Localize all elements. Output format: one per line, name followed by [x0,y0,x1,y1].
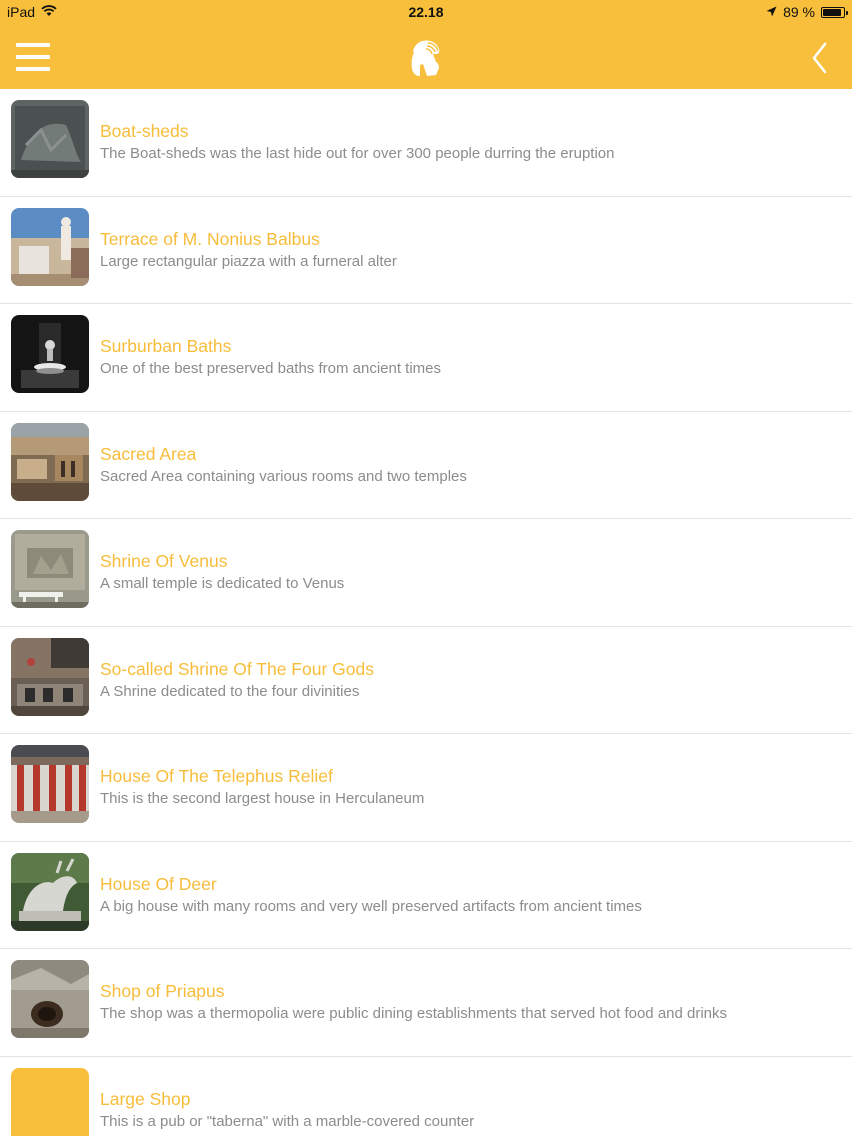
priapus-thumbnail [11,960,89,1038]
baths-thumbnail [11,315,89,393]
item-description: A small temple is dedicated to Venus [100,575,345,592]
battery-icon [821,6,848,18]
sacred-area-thumbnail [11,422,89,501]
item-description: Sacred Area containing various rooms and… [100,467,467,485]
list-item[interactable]: Surburban Baths One of the best preserve… [0,304,852,412]
item-description: The shop was a thermopolia were public d… [100,1005,728,1022]
list-item[interactable]: House Of The Telephus Relief This is the… [0,734,852,842]
item-title: Terrace of M. Nonius Balbus [100,228,320,249]
telephus-thumbnail [11,745,89,823]
status-bar: iPad 22.18 89 % [0,0,852,24]
item-title: Large Shop [100,1088,191,1109]
navbar [0,24,852,89]
list-item[interactable]: Shrine Of Venus A small temple is dedica… [0,519,852,627]
item-description: A Shrine dedicated to the four divinitie… [100,682,360,700]
placeholder-thumbnail [11,1067,89,1136]
chevron-left-icon[interactable] [810,42,830,74]
item-description: The Boat-sheds was the last hide out for… [100,145,615,162]
item-title: Surburban Baths [100,336,232,356]
shrine-venus-thumbnail [11,530,89,608]
item-title: So-called Shrine Of The Four Gods [100,658,374,679]
item-description: This is the second largest house in Herc… [100,790,425,807]
hamburger-menu-icon[interactable] [16,43,50,71]
battery-percent: 89 % [783,4,815,20]
battery-fill [823,8,841,16]
item-title: Sacred Area [100,443,197,464]
item-description: This is a pub or "taberna" with a marble… [100,1112,475,1130]
terrace-thumbnail [11,207,89,286]
item-title: Shop of Priapus [100,981,225,1001]
item-title: Shrine Of Venus [100,551,228,571]
list-item[interactable]: Sacred Area Sacred Area containing vario… [0,412,852,519]
list-item[interactable]: Shop of Priapus The shop was a thermopol… [0,949,852,1057]
item-description: A big house with many rooms and very wel… [100,897,642,915]
item-description: One of the best preserved baths from anc… [100,360,442,377]
location-arrow-icon [766,4,777,20]
list-item[interactable]: Large Shop This is a pub or "taberna" wi… [0,1057,852,1136]
deer-statue-thumbnail [11,852,89,931]
item-description: Large rectangular piazza with a furneral… [100,252,397,270]
list-item[interactable]: So-called Shrine Of The Four Gods A Shri… [0,627,852,734]
spartan-helmet-icon [406,40,446,78]
list-item[interactable]: Terrace of M. Nonius Balbus Large rectan… [0,197,852,304]
list-item[interactable]: House Of Deer A big house with many room… [0,842,852,949]
item-title: House Of Deer [100,873,217,894]
four-gods-thumbnail [11,637,89,716]
status-time: 22.18 [408,4,444,20]
boat-sheds-thumbnail [11,100,89,178]
item-title: Boat-sheds [100,121,189,141]
item-title: House Of The Telephus Relief [100,766,333,786]
list-item[interactable]: Boat-sheds The Boat-sheds was the last h… [0,89,852,197]
site-list: Boat-sheds The Boat-sheds was the last h… [0,89,852,1136]
header: iPad 22.18 89 % [0,0,852,89]
status-right: 89 % [766,4,848,20]
